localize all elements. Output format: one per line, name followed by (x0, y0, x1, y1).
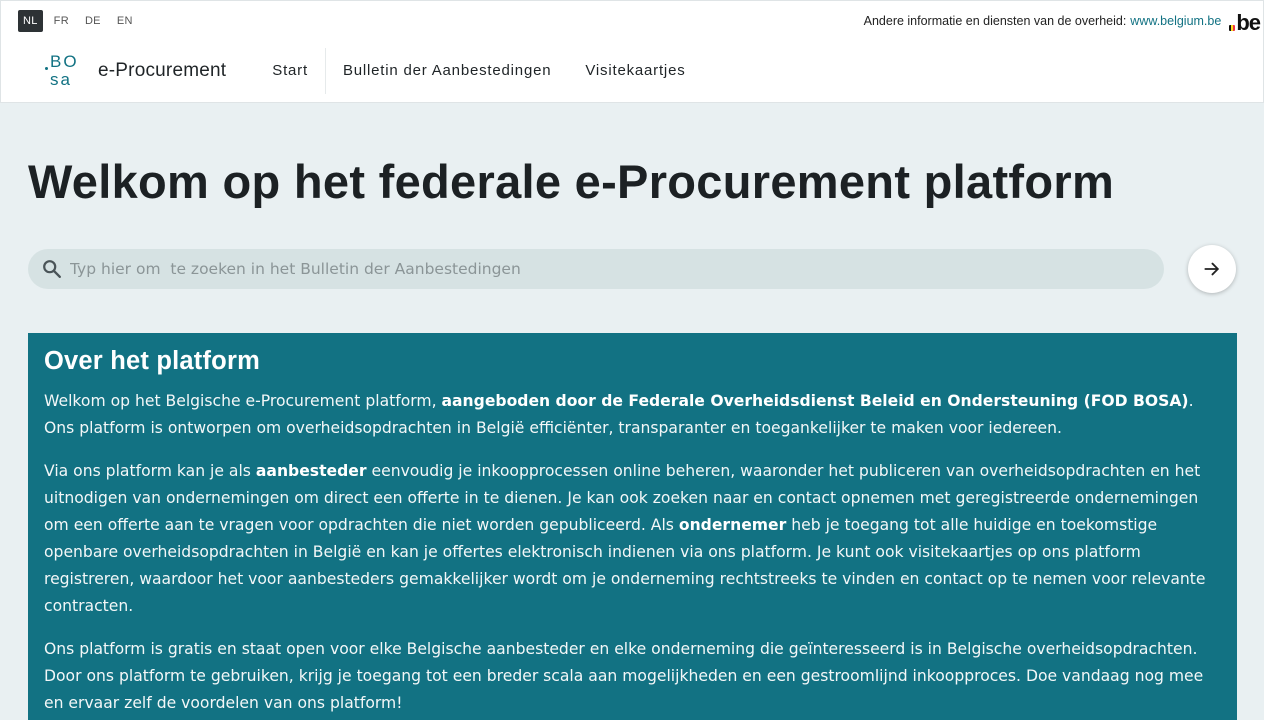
arrow-right-icon (1204, 262, 1219, 276)
about-p2-bold-ondernemer: ondernemer (678, 516, 787, 534)
be-logo[interactable]: be (1229, 9, 1261, 35)
lang-nl[interactable]: NL (18, 9, 43, 32)
bosa-logo-top: BO (50, 52, 79, 71)
about-p1-bold: aangeboden door de Federale Overheidsdie… (441, 392, 1189, 410)
about-platform-section: Over het platform Welkom op het Belgisch… (28, 333, 1237, 720)
search-input[interactable] (70, 260, 1164, 278)
lang-de[interactable]: DE (80, 10, 106, 32)
nav-bulletin[interactable]: Bulletin der Aanbestedingen (326, 48, 568, 94)
search-box[interactable] (28, 249, 1164, 289)
about-p2-text: Via ons platform kan je als (44, 462, 256, 480)
search-icon (43, 260, 61, 278)
be-flag-dot-icon (1229, 24, 1236, 31)
page-title: Welkom op het federale e-Procurement pla… (28, 155, 1115, 208)
about-p1-text: Welkom op het Belgische e-Procurement pl… (44, 392, 442, 410)
lang-en[interactable]: EN (112, 10, 138, 32)
language-switcher: NL FR DE EN (18, 9, 138, 32)
bosa-logo-mark: BO sa (45, 50, 83, 92)
about-paragraph-1: Welkom op het Belgische e-Procurement pl… (44, 388, 1221, 442)
top-bar: NL FR DE EN Andere informatie en dienste… (0, 0, 1264, 40)
nav-visitekaartjes[interactable]: Visitekaartjes (568, 48, 702, 94)
lang-fr[interactable]: FR (49, 10, 74, 32)
be-logo-text: be (1236, 9, 1261, 35)
about-paragraph-2: Via ons platform kan je als aanbesteder … (44, 458, 1221, 620)
hero-section: Welkom op het federale e-Procurement pla… (0, 103, 1264, 293)
brand-name: e-Procurement (98, 60, 227, 81)
gov-info: Andere informatie en diensten van de ove… (864, 1, 1263, 40)
about-paragraph-3: Ons platform is gratis en staat open voo… (44, 640, 1204, 712)
bosa-logo-bottom: sa (50, 70, 72, 89)
nav-start[interactable]: Start (256, 48, 326, 94)
main-nav: Start Bulletin der Aanbestedingen Visite… (256, 40, 702, 102)
gov-info-text: Andere informatie en diensten van de ove… (863, 13, 1127, 28)
search-submit-button[interactable] (1188, 245, 1236, 293)
bosa-dot-icon (45, 67, 48, 70)
bosa-logo[interactable]: BO sa e-Procurement (45, 50, 226, 92)
search-row (28, 245, 1236, 293)
belgium-link[interactable]: www.belgium.be (1130, 14, 1221, 28)
main-header: BO sa e-Procurement Start Bulletin der A… (0, 40, 1264, 103)
about-title: Over het platform (44, 347, 260, 375)
about-p2-bold-aanbesteder: aanbesteder (255, 462, 367, 480)
